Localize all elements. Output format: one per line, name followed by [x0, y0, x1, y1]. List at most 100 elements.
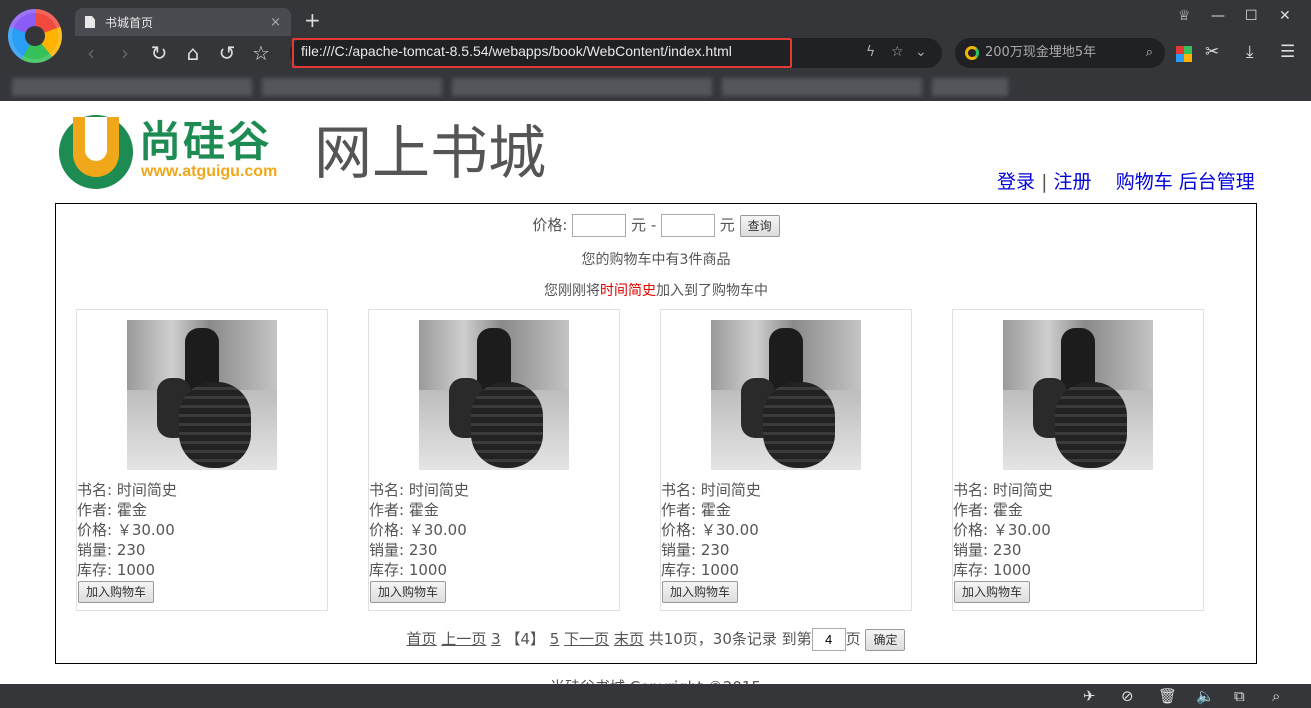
- range-dash: -: [650, 216, 657, 234]
- new-tab-button[interactable]: +: [304, 9, 321, 31]
- book-stock: 库存: 1000: [661, 561, 739, 579]
- site-logo: 尚硅谷 www.atguigu.com: [59, 111, 309, 191]
- book-sales: 销量: 230: [77, 541, 146, 559]
- book-name: 书名: 时间简史: [369, 481, 469, 499]
- book-info: 书名: 时间简史 作者: 霍金 价格: ￥30.00 销量: 230 库存: 1000: [953, 480, 1053, 580]
- logo-url: www.atguigu.com: [141, 163, 278, 180]
- bolt-icon[interactable]: ϟ: [866, 44, 875, 60]
- trash-icon[interactable]: 🗑: [1158, 687, 1177, 705]
- home-button[interactable]: ⌂: [180, 40, 206, 66]
- book-info: 书名: 时间简史 作者: 霍金 价格: ￥30.00 销量: 230 库存: 1000: [77, 480, 177, 580]
- last-page-link[interactable]: 末页: [614, 630, 644, 648]
- book-price: 价格: ￥30.00: [369, 521, 467, 539]
- book-author: 作者: 霍金: [953, 501, 1023, 519]
- added-to-cart-message: 您刚刚将时间简史加入到了购物车中: [56, 280, 1256, 300]
- book-author: 作者: 霍金: [369, 501, 439, 519]
- bookmark-item-blurred[interactable]: [452, 78, 712, 96]
- logo-text: 尚硅谷: [139, 117, 272, 166]
- prev-page-link[interactable]: 上一页: [441, 630, 486, 648]
- page-5-link[interactable]: 5: [550, 630, 560, 648]
- scissors-icon[interactable]: ✂: [1205, 42, 1219, 62]
- pagination: 首页 上一页 3 【4】 5 下一页 末页 共10页，30条记录 到第 页 确定: [56, 628, 1256, 651]
- browser-logo-icon[interactable]: [8, 9, 62, 63]
- max-price-input[interactable]: [661, 214, 716, 237]
- cart-link[interactable]: 购物车: [1116, 171, 1173, 193]
- search-placeholder: 200万现金埋地5年: [985, 45, 1097, 60]
- bookmark-item-blurred[interactable]: [12, 78, 252, 96]
- book-stock: 库存: 1000: [953, 561, 1031, 579]
- add-to-cart-button[interactable]: 加入购物车: [78, 581, 155, 603]
- cart-count-message: 您的购物车中有3件商品: [581, 252, 731, 268]
- bookmark-star-button[interactable]: ☆: [248, 40, 274, 66]
- url-text[interactable]: file:///C:/apache-tomcat-8.5.54/webapps/…: [301, 43, 732, 59]
- add-to-cart-button[interactable]: 加入购物车: [662, 581, 739, 603]
- query-button[interactable]: 查询: [739, 214, 780, 237]
- speed-icon[interactable]: ⊘: [1121, 687, 1134, 705]
- unit-label: 元: [719, 216, 735, 234]
- added-book-name: 时间简史: [600, 283, 656, 299]
- download-icon[interactable]: ⤓: [1246, 42, 1254, 62]
- document-icon: [85, 16, 95, 28]
- header-nav: 登录 | 注册 购物车 后台管理: [997, 167, 1255, 194]
- book-name: 书名: 时间简史: [953, 481, 1053, 499]
- register-link[interactable]: 注册: [1054, 171, 1092, 193]
- page-summary: 共10页，30条记录 到第: [648, 630, 812, 648]
- book-cover-image: [127, 320, 277, 470]
- bookmark-item-blurred[interactable]: [932, 78, 1008, 96]
- book-card: 书名: 时间简史 作者: 霍金 价格: ￥30.00 销量: 230 库存: 1000 加…: [952, 309, 1204, 611]
- book-cover-image: [1003, 320, 1153, 470]
- tab-close-icon[interactable]: ×: [270, 15, 281, 30]
- price-label: 价格:: [532, 216, 568, 234]
- book-price: 价格: ￥30.00: [953, 521, 1051, 539]
- book-cover-image: [711, 320, 861, 470]
- status-bar: ✈ ⊘ 🗑 🔈 ⧉ ⌕: [0, 684, 1311, 708]
- page-3-link[interactable]: 3: [491, 630, 501, 648]
- added-msg-prefix: 您刚刚将: [544, 283, 600, 299]
- goto-confirm-button[interactable]: 确定: [865, 628, 906, 651]
- book-card: 书名: 时间简史 作者: 霍金 价格: ￥30.00 销量: 230 库存: 1000 加…: [76, 309, 328, 611]
- admin-link[interactable]: 后台管理: [1179, 171, 1255, 193]
- forward-button[interactable]: ›: [112, 40, 138, 66]
- zoom-icon[interactable]: ⌕: [1272, 687, 1280, 705]
- unit-label: 元: [631, 216, 647, 234]
- browser-chrome: 书城首页 × + ♕ — ☐ ✕ ‹ › ↻ ⌂ ↺ ☆ file:///C:/…: [0, 0, 1311, 101]
- undo-close-button[interactable]: ↺: [214, 40, 240, 66]
- minimize-button[interactable]: —: [1211, 8, 1225, 24]
- main-content: 价格: 元 - 元 查询 您的购物车中有3件商品 您刚刚将时间简史加入到了购物车…: [55, 203, 1257, 664]
- nav-separator: |: [1041, 171, 1048, 193]
- logo-u-icon: [59, 115, 133, 189]
- book-price: 价格: ￥30.00: [661, 521, 759, 539]
- chevron-down-icon[interactable]: ⌄: [915, 44, 927, 60]
- close-window-button[interactable]: ✕: [1279, 8, 1291, 24]
- rocket-icon[interactable]: ✈: [1083, 687, 1096, 705]
- price-query-form: 价格: 元 - 元 查询: [56, 214, 1256, 237]
- tab-bookstore-home[interactable]: 书城首页 ×: [75, 8, 291, 36]
- first-page-link[interactable]: 首页: [407, 630, 437, 648]
- next-page-link[interactable]: 下一页: [564, 630, 609, 648]
- bookmark-item-blurred[interactable]: [722, 78, 922, 96]
- skin-icon[interactable]: ♕: [1178, 8, 1191, 24]
- book-cover-image: [419, 320, 569, 470]
- favorite-icon[interactable]: ☆: [891, 44, 904, 60]
- add-to-cart-button[interactable]: 加入购物车: [954, 581, 1031, 603]
- book-name: 书名: 时间简史: [661, 481, 761, 499]
- window-icon[interactable]: ⧉: [1234, 687, 1245, 705]
- back-button[interactable]: ‹: [78, 40, 104, 66]
- maximize-button[interactable]: ☐: [1245, 8, 1258, 24]
- goto-page-input[interactable]: [811, 628, 846, 651]
- tab-title: 书城首页: [105, 15, 154, 30]
- book-info: 书名: 时间简史 作者: 霍金 价格: ￥30.00 销量: 230 库存: 1000: [661, 480, 761, 580]
- added-msg-suffix: 加入到了购物车中: [656, 283, 768, 299]
- book-author: 作者: 霍金: [661, 501, 731, 519]
- min-price-input[interactable]: [572, 214, 627, 237]
- search-box[interactable]: 200万现金埋地5年 ⌕: [955, 38, 1165, 68]
- search-icon[interactable]: ⌕: [1146, 38, 1153, 68]
- apps-icon[interactable]: [1176, 46, 1192, 62]
- book-author: 作者: 霍金: [77, 501, 147, 519]
- add-to-cart-button[interactable]: 加入购物车: [370, 581, 447, 603]
- menu-icon[interactable]: ☰: [1280, 42, 1295, 62]
- volume-icon[interactable]: 🔈: [1196, 687, 1215, 705]
- reload-button[interactable]: ↻: [146, 40, 172, 66]
- bookmark-item-blurred[interactable]: [262, 78, 442, 96]
- login-link[interactable]: 登录: [997, 171, 1035, 193]
